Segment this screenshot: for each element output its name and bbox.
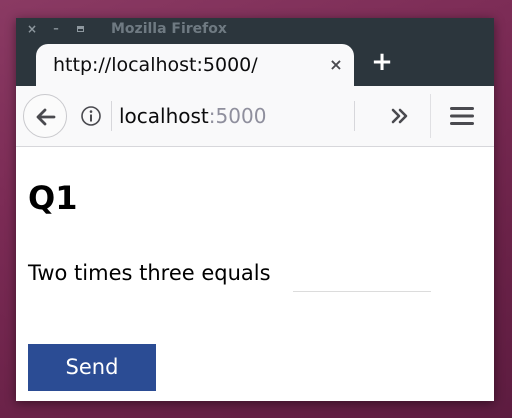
new-tab-button[interactable]: + xyxy=(368,48,396,76)
url-port: :5000 xyxy=(208,104,267,128)
tab-active[interactable]: http://localhost:5000/ × xyxy=(36,44,354,86)
window-close-button[interactable]: × xyxy=(24,18,40,40)
url-bar[interactable]: localhost:5000 xyxy=(72,95,372,137)
toolbar-separator xyxy=(430,94,431,138)
info-icon[interactable] xyxy=(79,104,103,128)
tab-strip: http://localhost:5000/ × + xyxy=(16,40,494,86)
question-label: Two times three equals xyxy=(28,261,271,285)
tab-title: http://localhost:5000/ xyxy=(53,54,258,76)
window-titlebar: × – Mozilla Firefox xyxy=(16,18,494,40)
maximize-icon xyxy=(76,26,84,32)
chevrons-right-icon[interactable] xyxy=(386,101,414,131)
tab-close-button[interactable]: × xyxy=(326,55,346,75)
window-maximize-button[interactable] xyxy=(72,18,88,40)
page-heading: Q1 xyxy=(28,179,78,217)
url-bar-end-divider xyxy=(354,101,355,131)
url-bar-divider xyxy=(111,101,112,131)
back-arrow-icon xyxy=(36,108,56,126)
send-button[interactable]: Send xyxy=(28,344,156,391)
browser-window: × – Mozilla Firefox http://localhost:500… xyxy=(16,18,494,401)
navigation-toolbar: localhost:5000 xyxy=(16,86,494,147)
window-title: Mozilla Firefox xyxy=(111,21,227,37)
back-button[interactable] xyxy=(23,94,67,138)
hamburger-menu-icon[interactable] xyxy=(448,102,476,130)
answer-input[interactable] xyxy=(293,259,431,292)
window-minimize-button[interactable]: – xyxy=(48,18,64,40)
url-text[interactable]: localhost:5000 xyxy=(119,95,266,137)
page-content: Q1 Two times three equals Send xyxy=(16,147,494,401)
url-host: localhost xyxy=(119,104,209,128)
